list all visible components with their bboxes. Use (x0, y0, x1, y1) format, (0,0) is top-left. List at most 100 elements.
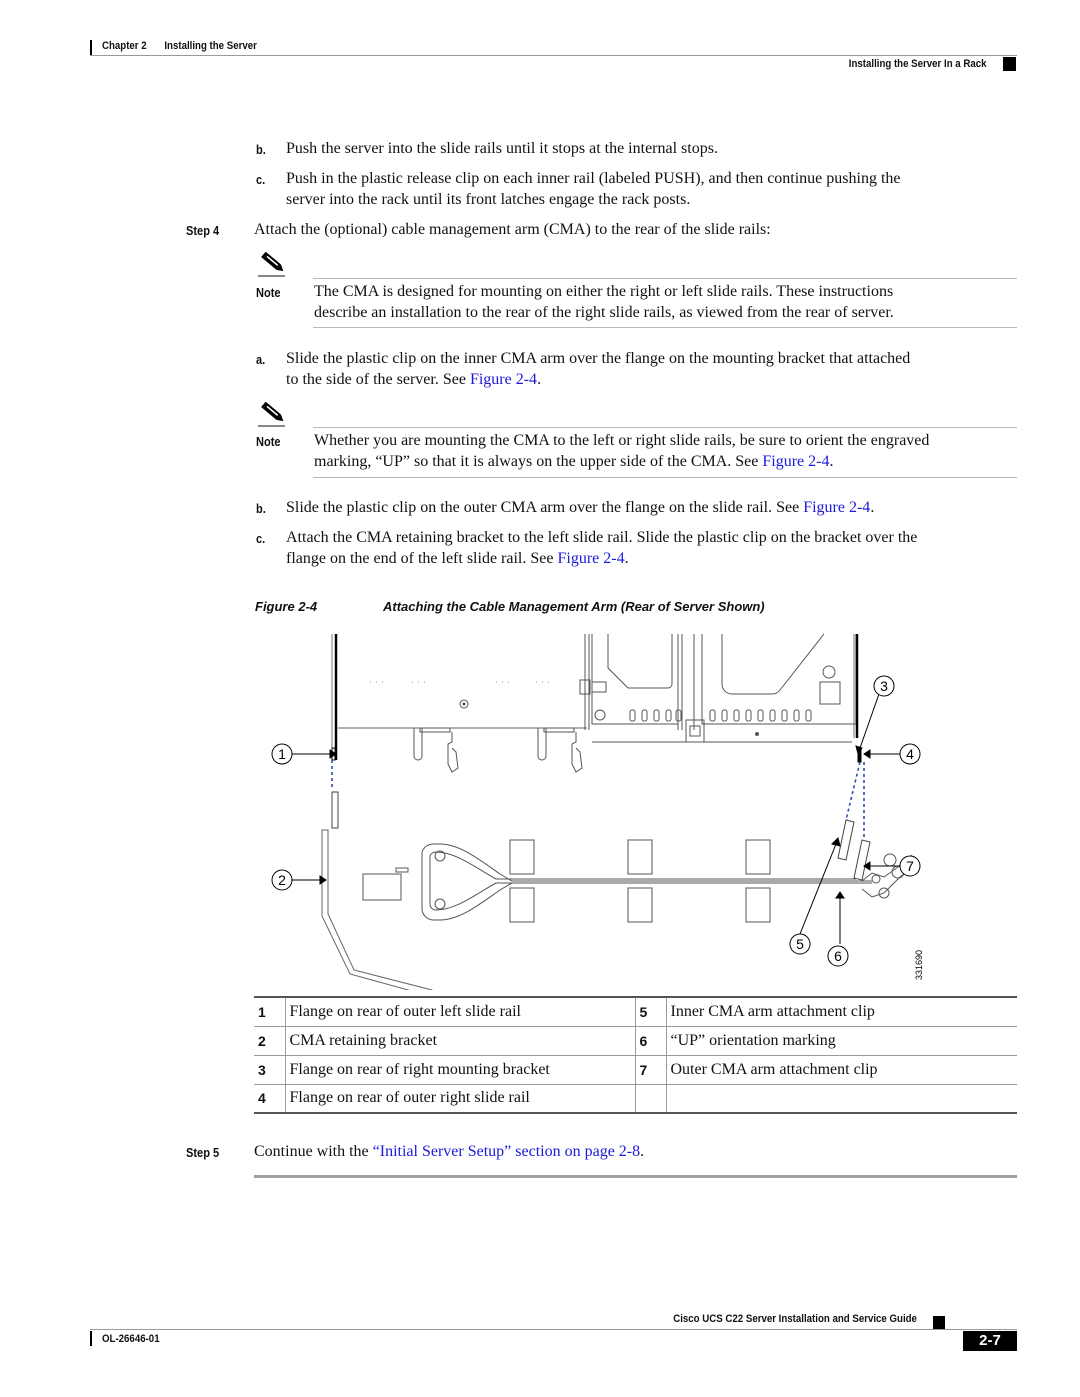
note2-text-2: marking, “UP” so that it is always on th… (314, 451, 833, 472)
callout-label-5: 5 (796, 936, 804, 952)
legend-row: 1 Flange on rear of outer left slide rail… (254, 996, 1017, 1027)
note1-text-2: describe an installation to the rear of … (314, 304, 894, 321)
legend-number: 5 (635, 996, 667, 1027)
callout-label-4: 4 (906, 746, 914, 762)
initial-server-setup-link[interactable]: “Initial Server Setup” section on page 2… (373, 1143, 640, 1160)
header-rule (90, 55, 1017, 56)
note2-bottom-rule (313, 477, 1017, 478)
legend-number: 2 (254, 1026, 286, 1056)
vent-slots-right (709, 709, 812, 722)
callout-leaders (292, 693, 900, 944)
pencil-note-icon (258, 252, 285, 277)
step5-text-post: . (640, 1143, 645, 1160)
legend-number: 4 (254, 1084, 286, 1114)
footer-doc-id: OL-26646-01 (102, 1333, 160, 1345)
step-b-label: b. (256, 142, 266, 157)
note2-text-2-pre: marking, “UP” so that it is always on th… (314, 453, 763, 470)
step5-label: Step 5 (186, 1145, 220, 1160)
header-left-bar (90, 40, 92, 55)
page-number: 2-7 (963, 1331, 1017, 1351)
step-a-text-1: Slide the plastic clip on the inner CMA … (286, 350, 911, 367)
power-supply-bays (579, 633, 857, 743)
callout-circles (271, 675, 921, 967)
step-a-text-2: to the side of the server. See Figure 2-… (286, 369, 541, 390)
note1-label: Note (256, 285, 281, 300)
header-right-block (1003, 57, 1016, 71)
chapter-number: Chapter 2 (102, 40, 147, 52)
step-c2-text-2: flange on the end of the left slide rail… (286, 548, 629, 569)
step4-text: Attach the (optional) cable management a… (254, 221, 771, 238)
legend-row: 3 Flange on rear of right mounting bracke… (254, 1055, 1017, 1085)
legend-text: Flange on rear of outer left slide rail (285, 996, 636, 1027)
figure-caption: Attaching the Cable Management Arm (Rear… (383, 599, 765, 614)
procedure-end-rule (254, 1175, 1017, 1178)
chapter-title: Installing the Server (164, 40, 257, 52)
header-chapter: Chapter 2 Installing the Server (102, 40, 257, 52)
callout-label-6: 6 (834, 948, 842, 964)
figure-2-4-link[interactable]: Figure 2-4 (557, 550, 624, 567)
legend-number: 7 (635, 1055, 667, 1085)
step-b2-label: b. (256, 501, 266, 516)
figure-2-4-link[interactable]: Figure 2-4 (803, 499, 870, 516)
footer-guide-title: Cisco UCS C22 Server Installation and Se… (673, 1313, 917, 1325)
server-chassis (338, 681, 587, 773)
callout-label-1: 1 (278, 746, 286, 762)
footer-rule (90, 1329, 1017, 1330)
vent-slots-left (629, 709, 682, 722)
callout-label-7: 7 (906, 858, 914, 874)
step-b2-text: Slide the plastic clip on the outer CMA … (286, 497, 874, 518)
legend-text: Inner CMA arm attachment clip (666, 996, 1017, 1027)
step-b2-text-pre: Slide the plastic clip on the outer CMA … (286, 499, 804, 516)
step-a-text-2-post: . (537, 371, 542, 388)
step-c2-text-2-post: . (624, 550, 629, 567)
figure-2-4-link[interactable]: Figure 2-4 (470, 371, 537, 388)
step-c-text-2: server into the rack until its front lat… (286, 191, 691, 208)
legend-row: 2 CMA retaining bracket 6 “UP” orientation … (254, 1026, 1017, 1056)
step-c2-text-2-pre: flange on the end of the left slide rail… (286, 550, 558, 567)
footer-left-bar (90, 1331, 92, 1346)
step-c-text-1: Push in the plastic release clip on each… (286, 170, 901, 187)
step-c2-label: c. (256, 531, 266, 546)
legend-number: 3 (254, 1055, 286, 1085)
cma-illustration: 1 2 3 4 5 6 7 331690 (271, 633, 924, 990)
step-b-text: Push the server into the slide rails unt… (286, 140, 718, 157)
left-slide-rail (331, 634, 338, 761)
art-id: 331690 (914, 950, 924, 980)
legend-text: CMA retaining bracket (285, 1026, 636, 1056)
figure-2-4-link[interactable]: Figure 2-4 (762, 453, 829, 470)
right-slide-rail (853, 634, 862, 763)
step-b2-text-post: . (870, 499, 875, 516)
note2-top-rule (313, 427, 1017, 428)
step-c2-text-1: Attach the CMA retaining bracket to the … (286, 529, 918, 546)
step4-label: Step 4 (186, 223, 220, 238)
figure-number: Figure 2-4 (255, 599, 318, 614)
note2-text-2-post: . (829, 453, 834, 470)
note2-label: Note (256, 434, 281, 449)
note1-bottom-rule (313, 327, 1017, 328)
step-c-label: c. (256, 172, 266, 187)
step-a-text-2-pre: to the side of the server. See (286, 371, 470, 388)
note1-text-1: The CMA is designed for mounting on eith… (314, 283, 894, 300)
legend-text (666, 1084, 1017, 1114)
legend-number: 1 (254, 996, 286, 1027)
legend-row: 4 Flange on rear of outer right slide rai… (254, 1084, 1017, 1114)
figure-legend-table: 1 Flange on rear of outer left slide rail… (254, 996, 1017, 1114)
step-a-label: a. (256, 352, 266, 367)
legend-text: Flange on rear of right mounting bracket (285, 1055, 636, 1085)
callout-label-3: 3 (880, 678, 888, 694)
legend-number: 6 (635, 1026, 667, 1056)
step5-text: Continue with the “Initial Server Setup”… (254, 1141, 644, 1162)
cma-arm (362, 819, 913, 923)
header-section: Installing the Server In a Rack (849, 58, 987, 70)
step5-text-pre: Continue with the (254, 1143, 373, 1160)
cma-retaining-bracket (321, 791, 433, 990)
legend-number (635, 1084, 667, 1114)
footer-right-block (933, 1316, 945, 1330)
legend-text: Outer CMA arm attachment clip (666, 1055, 1017, 1085)
legend-text: Flange on rear of outer right slide rail (285, 1084, 636, 1114)
legend-text: “UP” orientation marking (666, 1026, 1017, 1056)
note1-top-rule (313, 278, 1017, 279)
alignment-guides (331, 760, 865, 840)
note2-text-1: Whether you are mounting the CMA to the … (314, 432, 930, 449)
callout-label-2: 2 (278, 872, 286, 888)
